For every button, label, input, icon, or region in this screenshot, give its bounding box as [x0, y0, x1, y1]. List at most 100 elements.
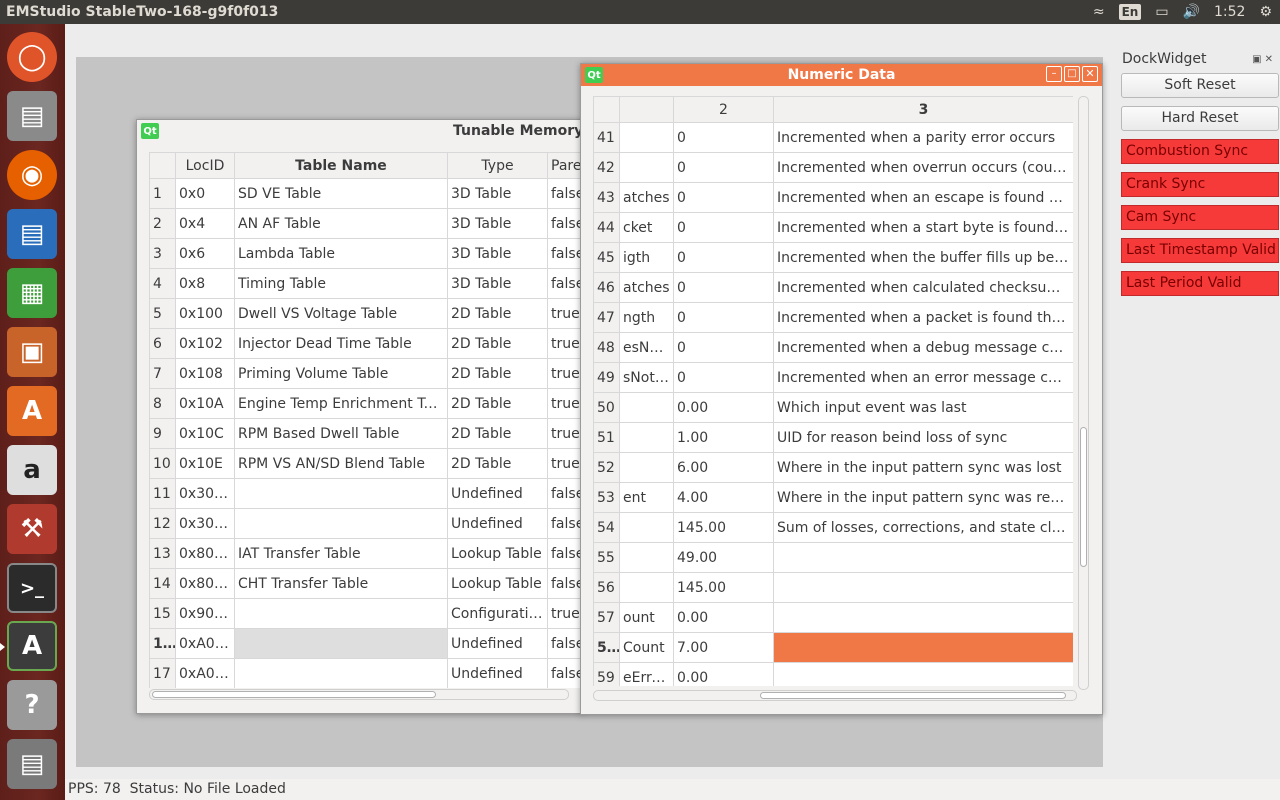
soft-reset-button[interactable]: Soft Reset — [1121, 73, 1279, 98]
tunable-hscrollbar[interactable] — [149, 689, 569, 700]
row-header[interactable]: 14 — [149, 568, 176, 599]
cell-name[interactable]: esNo… — [619, 332, 674, 363]
cell-locid[interactable]: 0x8000 — [175, 538, 235, 569]
writer-icon[interactable]: ▤ — [7, 209, 57, 259]
cell-type[interactable]: 3D Table — [447, 178, 548, 209]
cell-description[interactable]: Sum of losses, corrections, and state cl… — [773, 512, 1073, 543]
row-header[interactable]: 44 — [593, 212, 620, 243]
table-row[interactable]: 50 0.00 Which input event was last — [593, 392, 1073, 423]
tunable-hscroll-thumb[interactable] — [152, 691, 436, 698]
cell-value[interactable]: 0.00 — [673, 662, 774, 686]
table-row[interactable]: 52 6.00 Where in the input pattern sync wa… — [593, 452, 1073, 483]
cell-parent[interactable]: true — [547, 388, 582, 419]
cell-table-name[interactable] — [234, 508, 448, 539]
table-row[interactable]: 12 0x3002 Undefined false — [149, 508, 582, 539]
table-row[interactable]: 57 ount 0.00 — [593, 602, 1073, 633]
row-header[interactable]: 51 — [593, 422, 620, 453]
cell-type[interactable]: 2D Table — [447, 418, 548, 449]
row-header[interactable]: 12 — [149, 508, 176, 539]
cell-locid[interactable]: 0xA001 — [175, 658, 235, 688]
table-row[interactable]: 10 0x10E RPM VS AN/SD Blend Table 2D Table t… — [149, 448, 582, 479]
cell-parent[interactable]: true — [547, 598, 582, 629]
numeric-vscrollbar[interactable] — [1078, 96, 1089, 690]
table-row[interactable]: 51 1.00 UID for reason beind loss of sync — [593, 422, 1073, 453]
table-row[interactable]: 1 0x0 SD VE Table 3D Table false — [149, 178, 582, 209]
row-header[interactable]: 52 — [593, 452, 620, 483]
row-header[interactable]: 5 — [149, 298, 176, 329]
cell-value[interactable]: 0 — [673, 332, 774, 363]
cell-name[interactable] — [619, 122, 674, 153]
row-header[interactable]: 6 — [149, 328, 176, 359]
table-row[interactable]: 42 0 Incremented when overrun occurs (coun… — [593, 152, 1073, 183]
cell-parent[interactable]: false — [547, 208, 582, 239]
row-header[interactable]: 15 — [149, 598, 176, 629]
row-header[interactable]: 41 — [593, 122, 620, 153]
cell-description[interactable]: Incremented when the buffer fills up bef… — [773, 242, 1073, 273]
cell-name[interactable]: ent — [619, 482, 674, 513]
cell-table-name[interactable]: Timing Table — [234, 268, 448, 299]
cell-value[interactable]: 0.00 — [673, 602, 774, 633]
cell-type[interactable]: 2D Table — [447, 328, 548, 359]
impress-icon[interactable]: ▣ — [7, 327, 57, 377]
cell-locid[interactable]: 0x108 — [175, 358, 235, 389]
table-row[interactable]: 55 49.00 — [593, 542, 1073, 573]
row-header[interactable]: 3 — [149, 238, 176, 269]
cell-description[interactable]: Where in the input pattern sync was reco… — [773, 482, 1073, 513]
table-row[interactable]: 2 0x4 AN AF Table 3D Table false — [149, 208, 582, 239]
cell-value[interactable]: 0 — [673, 242, 774, 273]
cell-description[interactable]: Incremented when an error message can'… — [773, 362, 1073, 393]
header-parent[interactable]: Pare — [547, 152, 582, 179]
cell-locid[interactable]: 0x10E — [175, 448, 235, 479]
cell-parent[interactable]: false — [547, 628, 582, 659]
trash-icon[interactable]: ▤ — [7, 739, 57, 789]
row-header[interactable]: 59 — [593, 662, 620, 686]
cell-type[interactable]: Configuration — [447, 598, 548, 629]
table-row[interactable]: 46 atches 0 Incremented when calculated che… — [593, 272, 1073, 303]
cell-locid[interactable]: 0x6 — [175, 238, 235, 269]
cell-parent[interactable]: true — [547, 358, 582, 389]
cell-table-name[interactable]: SD VE Table — [234, 178, 448, 209]
cell-table-name[interactable]: Priming Volume Table — [234, 358, 448, 389]
clock[interactable]: 1:52 — [1214, 4, 1245, 20]
cell-parent[interactable]: true — [547, 328, 582, 359]
header-table-name[interactable]: Table Name — [234, 152, 448, 179]
cell-locid[interactable]: 0x102 — [175, 328, 235, 359]
cell-locid[interactable]: 0x8001 — [175, 568, 235, 599]
cell-type[interactable]: 2D Table — [447, 448, 548, 479]
row-header[interactable]: 11 — [149, 478, 176, 509]
table-row[interactable]: 45 igth 0 Incremented when the buffer fills… — [593, 242, 1073, 273]
tunable-memory-window[interactable]: Qt Tunable Memory LocID Table Name Type … — [136, 119, 583, 714]
cell-name[interactable] — [619, 152, 674, 183]
cell-parent[interactable]: false — [547, 268, 582, 299]
cell-locid[interactable]: 0xA000 — [175, 628, 235, 659]
cell-locid[interactable]: 0x3002 — [175, 508, 235, 539]
cell-table-name[interactable]: RPM Based Dwell Table — [234, 418, 448, 449]
updater-icon[interactable]: A — [7, 621, 57, 671]
software-center-icon[interactable]: A — [7, 386, 57, 436]
table-row[interactable]: 4 0x8 Timing Table 3D Table false — [149, 268, 582, 299]
cell-type[interactable]: Lookup Table — [447, 568, 548, 599]
table-row[interactable]: 44 cket 0 Incremented when a start byte is … — [593, 212, 1073, 243]
row-header[interactable]: 7 — [149, 358, 176, 389]
cell-name[interactable]: ount — [619, 602, 674, 633]
row-header[interactable]: 56 — [593, 572, 620, 603]
table-row[interactable]: 49 sNot… 0 Incremented when an error messag… — [593, 362, 1073, 393]
help-icon[interactable]: ? — [7, 680, 57, 730]
cell-description[interactable]: UID for reason beind loss of sync — [773, 422, 1073, 453]
cell-name[interactable] — [619, 452, 674, 483]
cell-table-name[interactable]: IAT Transfer Table — [234, 538, 448, 569]
cell-locid[interactable]: 0x4 — [175, 208, 235, 239]
header-col-1[interactable] — [619, 96, 674, 123]
cell-parent[interactable]: true — [547, 298, 582, 329]
row-header[interactable]: 8 — [149, 388, 176, 419]
cell-value[interactable]: 0 — [673, 302, 774, 333]
cell-value[interactable]: 0 — [673, 362, 774, 393]
cell-description[interactable]: Where in the input pattern sync was lost — [773, 452, 1073, 483]
table-row[interactable]: 59 eErro… 0.00 — [593, 662, 1073, 686]
corner-header[interactable] — [593, 96, 620, 123]
cell-value[interactable]: 1.00 — [673, 422, 774, 453]
table-row[interactable]: 5 0x100 Dwell VS Voltage Table 2D Table true — [149, 298, 582, 329]
cell-value[interactable]: 6.00 — [673, 452, 774, 483]
cell-name[interactable]: ngth — [619, 302, 674, 333]
cell-locid[interactable]: 0x8 — [175, 268, 235, 299]
